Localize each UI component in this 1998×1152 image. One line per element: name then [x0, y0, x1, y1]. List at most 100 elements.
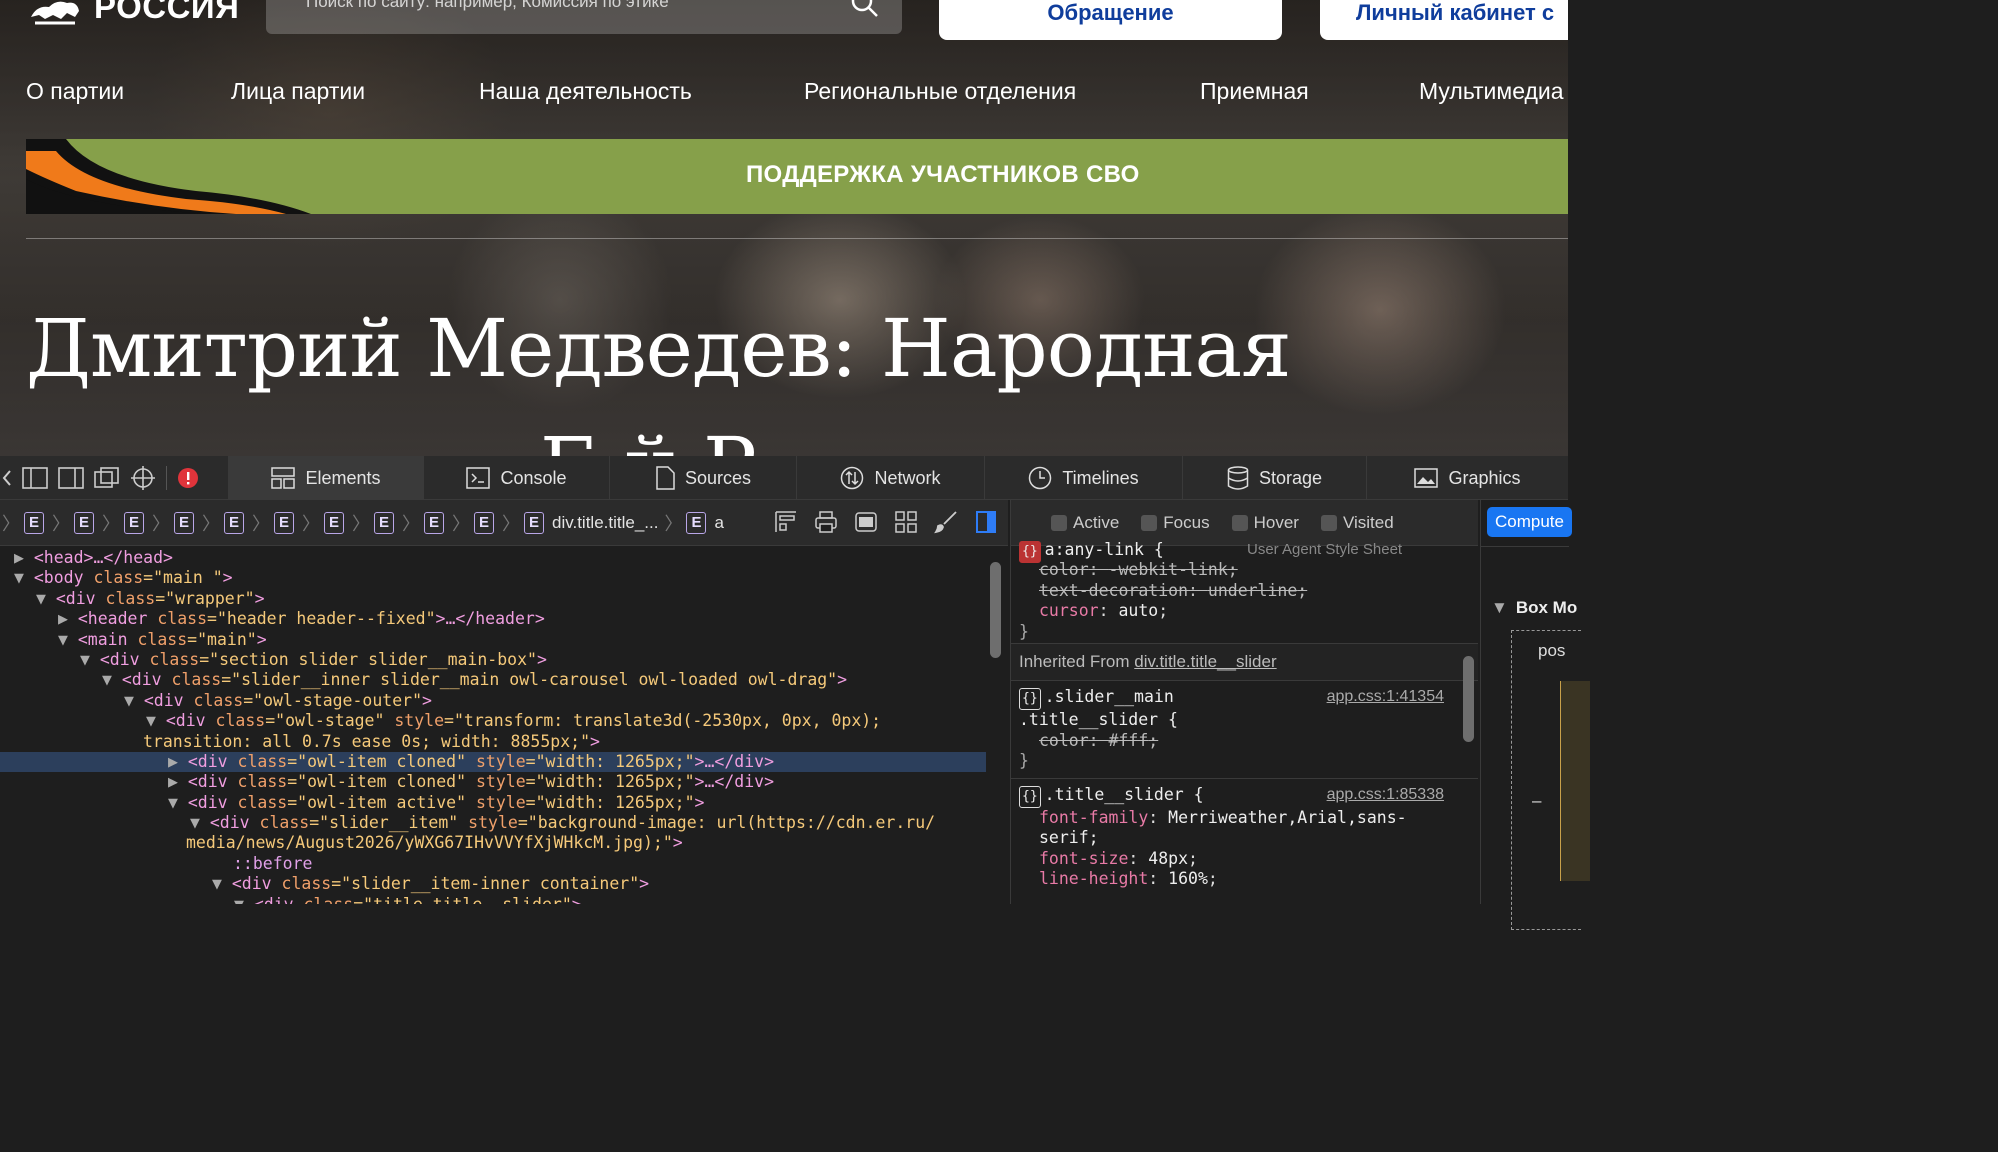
- css-rule-title-slider[interactable]: app.css:1:85338 {} .title__slider { font-…: [1011, 779, 1478, 889]
- breadcrumb-selected-label[interactable]: div.title.title_...: [552, 513, 658, 533]
- breadcrumb-element[interactable]: E: [174, 511, 194, 534]
- dom-node-selected[interactable]: ▶ <div class="owl-item cloned" style="wi…: [0, 751, 986, 773]
- tab-network[interactable]: Network: [796, 456, 984, 500]
- element-picker-icon[interactable]: [130, 465, 156, 491]
- dom-node[interactable]: ▼ <div class="owl-stage-outer">: [0, 691, 986, 711]
- breadcrumb-element[interactable]: E: [324, 511, 344, 534]
- dock-left-icon[interactable]: [22, 466, 48, 489]
- chevron-left-icon[interactable]: [2, 468, 12, 488]
- news-headline[interactable]: Дмитрий Медведев: Народная: [26, 302, 1292, 395]
- dom-node[interactable]: ▼ <div class="slider__item" style="backg…: [0, 813, 986, 833]
- position-label: pos: [1538, 641, 1566, 660]
- network-icon: [841, 466, 864, 490]
- breadcrumb-element[interactable]: E: [224, 511, 244, 534]
- layout-icon[interactable]: [774, 510, 798, 534]
- breadcrumb-element[interactable]: E: [74, 511, 94, 534]
- search-input[interactable]: Поиск по сайту: например, Комиссия по эт…: [306, 0, 669, 12]
- dom-tree: ▶ <head>…</head> ▼ <body class="main "> …: [0, 548, 986, 904]
- breadcrumb-element[interactable]: E: [274, 511, 294, 534]
- screen-icon[interactable]: [854, 510, 878, 534]
- breadcrumb-separator: 〉: [102, 513, 120, 534]
- clock-icon: [1029, 466, 1052, 490]
- site-search[interactable]: Поиск по сайту: например, Комиссия по эт…: [266, 0, 902, 34]
- dom-node[interactable]: ▼ <body class="main ">: [0, 568, 986, 588]
- personal-cabinet-button[interactable]: Личный кабинет с: [1320, 0, 1568, 40]
- print-icon[interactable]: [814, 510, 838, 534]
- nav-item-regional[interactable]: Региональные отделения: [804, 78, 1076, 105]
- nav-item-about[interactable]: О партии: [26, 78, 124, 105]
- search-icon[interactable]: [850, 0, 880, 24]
- dock-right-icon[interactable]: [58, 466, 84, 489]
- computed-tab-button[interactable]: Compute: [1487, 507, 1572, 537]
- tab-sources[interactable]: Sources: [609, 456, 796, 500]
- tab-timelines[interactable]: Timelines: [984, 456, 1182, 500]
- appeal-button[interactable]: Обращение: [939, 0, 1282, 40]
- filter-visited-checkbox[interactable]: Visited: [1320, 513, 1394, 533]
- breadcrumb-element[interactable]: E: [524, 511, 544, 534]
- breadcrumb-separator: 〉: [202, 513, 220, 534]
- breadcrumb-anchor-label[interactable]: a: [714, 513, 723, 533]
- styles-scrollbar[interactable]: [1463, 656, 1474, 742]
- tab-graphics[interactable]: Graphics: [1366, 456, 1568, 500]
- tab-storage[interactable]: Storage: [1182, 456, 1366, 500]
- grid-icon[interactable]: [894, 510, 918, 534]
- dom-node[interactable]: ▼ <div class="slider__inner slider__main…: [0, 670, 986, 690]
- main-nav: О партии Лица партии Наша деятельность Р…: [0, 78, 1568, 110]
- news-headline-second-line[interactable]: Б й Р: [540, 420, 757, 456]
- error-icon[interactable]: [177, 467, 199, 489]
- toolbar-divider: [166, 465, 167, 490]
- breadcrumb-element[interactable]: E: [124, 511, 144, 534]
- dom-node-continuation[interactable]: transition: all 0.7s ease 0s; width: 885…: [0, 732, 986, 752]
- breadcrumb-separator: 〉: [152, 513, 170, 534]
- dom-node[interactable]: ▶ <head>…</head>: [0, 548, 986, 568]
- nav-item-multimedia[interactable]: Мультимедиа: [1419, 78, 1564, 105]
- breadcrumb-element[interactable]: E: [686, 511, 707, 534]
- image-icon: [1414, 468, 1439, 488]
- breadcrumb-separator: 〉: [502, 513, 520, 534]
- box-model-header[interactable]: ▼ Box Mo: [1491, 598, 1577, 618]
- element-tools: [774, 510, 998, 534]
- st-george-ribbon-icon: [26, 139, 311, 214]
- divider: [1481, 546, 1569, 547]
- computed-panel: Compute ▼ Box Mo pos –: [1480, 500, 1590, 930]
- dom-node[interactable]: ▼ <div class="section slider slider__mai…: [0, 650, 986, 670]
- divider: [26, 238, 1568, 239]
- dom-node[interactable]: ▶ <header class="header header--fixed">……: [0, 609, 986, 629]
- filter-focus-checkbox[interactable]: Focus: [1141, 513, 1210, 533]
- svo-support-banner[interactable]: ПОДДЕРЖКА УЧАСТНИКОВ СВО: [26, 139, 1568, 214]
- filter-hover-checkbox[interactable]: Hover: [1231, 513, 1299, 533]
- sidebar-toggle-icon[interactable]: [974, 510, 998, 534]
- nav-item-faces[interactable]: Лица партии: [231, 78, 365, 105]
- inherited-from-header: Inherited From div.title.title__slider: [1011, 644, 1478, 681]
- dom-node[interactable]: ▼ <div class="owl-item active" style="wi…: [0, 793, 986, 813]
- breadcrumb-element[interactable]: E: [374, 511, 394, 534]
- breadcrumb-element[interactable]: E: [24, 511, 44, 534]
- breadcrumb-element[interactable]: E: [424, 511, 444, 534]
- site-logo[interactable]: РОССИЯ: [26, 0, 239, 28]
- tab-elements[interactable]: Elements: [228, 456, 423, 500]
- css-rule-slider-main[interactable]: app.css:1:41354 {} .slider__main .title__…: [1011, 681, 1478, 779]
- dom-node[interactable]: ▼ <div class="wrapper">: [0, 589, 986, 609]
- inherited-element-link[interactable]: div.title.title__slider: [1134, 652, 1276, 671]
- detach-window-icon[interactable]: [94, 466, 120, 489]
- stylesheet-link[interactable]: app.css:1:85338: [1327, 785, 1444, 805]
- dom-node[interactable]: ▼ <main class="main">: [0, 630, 986, 650]
- dom-node[interactable]: ▼ <div class="title title__slider">: [0, 895, 986, 904]
- dom-node[interactable]: ▼ <div class="slider__item-inner contain…: [0, 874, 986, 894]
- dom-node[interactable]: ▼ <div class="owl-stage" style="transfor…: [0, 711, 986, 731]
- tab-console[interactable]: Console: [423, 456, 609, 500]
- css-rule-user-agent[interactable]: {} a:any-link {User Agent Style Sheet col…: [1011, 540, 1478, 644]
- paintbrush-icon[interactable]: [934, 510, 958, 534]
- elements-icon: [271, 467, 296, 489]
- filter-active-checkbox[interactable]: Active: [1051, 513, 1119, 533]
- dom-node[interactable]: ▶ <div class="owl-item cloned" style="wi…: [0, 772, 986, 792]
- breadcrumb-separator: 〉: [302, 513, 320, 534]
- breadcrumb-separator: 〉: [452, 513, 470, 534]
- dom-scrollbar[interactable]: [990, 562, 1001, 658]
- breadcrumb-element[interactable]: E: [474, 511, 494, 534]
- dom-node-continuation[interactable]: media/news/August2026/yWXG67IHvVVYfXjWHk…: [0, 833, 986, 853]
- dom-pseudo-element[interactable]: ::before: [0, 854, 986, 874]
- nav-item-reception[interactable]: Приемная: [1200, 78, 1309, 105]
- nav-item-activity[interactable]: Наша деятельность: [479, 78, 692, 105]
- stylesheet-link[interactable]: app.css:1:41354: [1327, 687, 1444, 707]
